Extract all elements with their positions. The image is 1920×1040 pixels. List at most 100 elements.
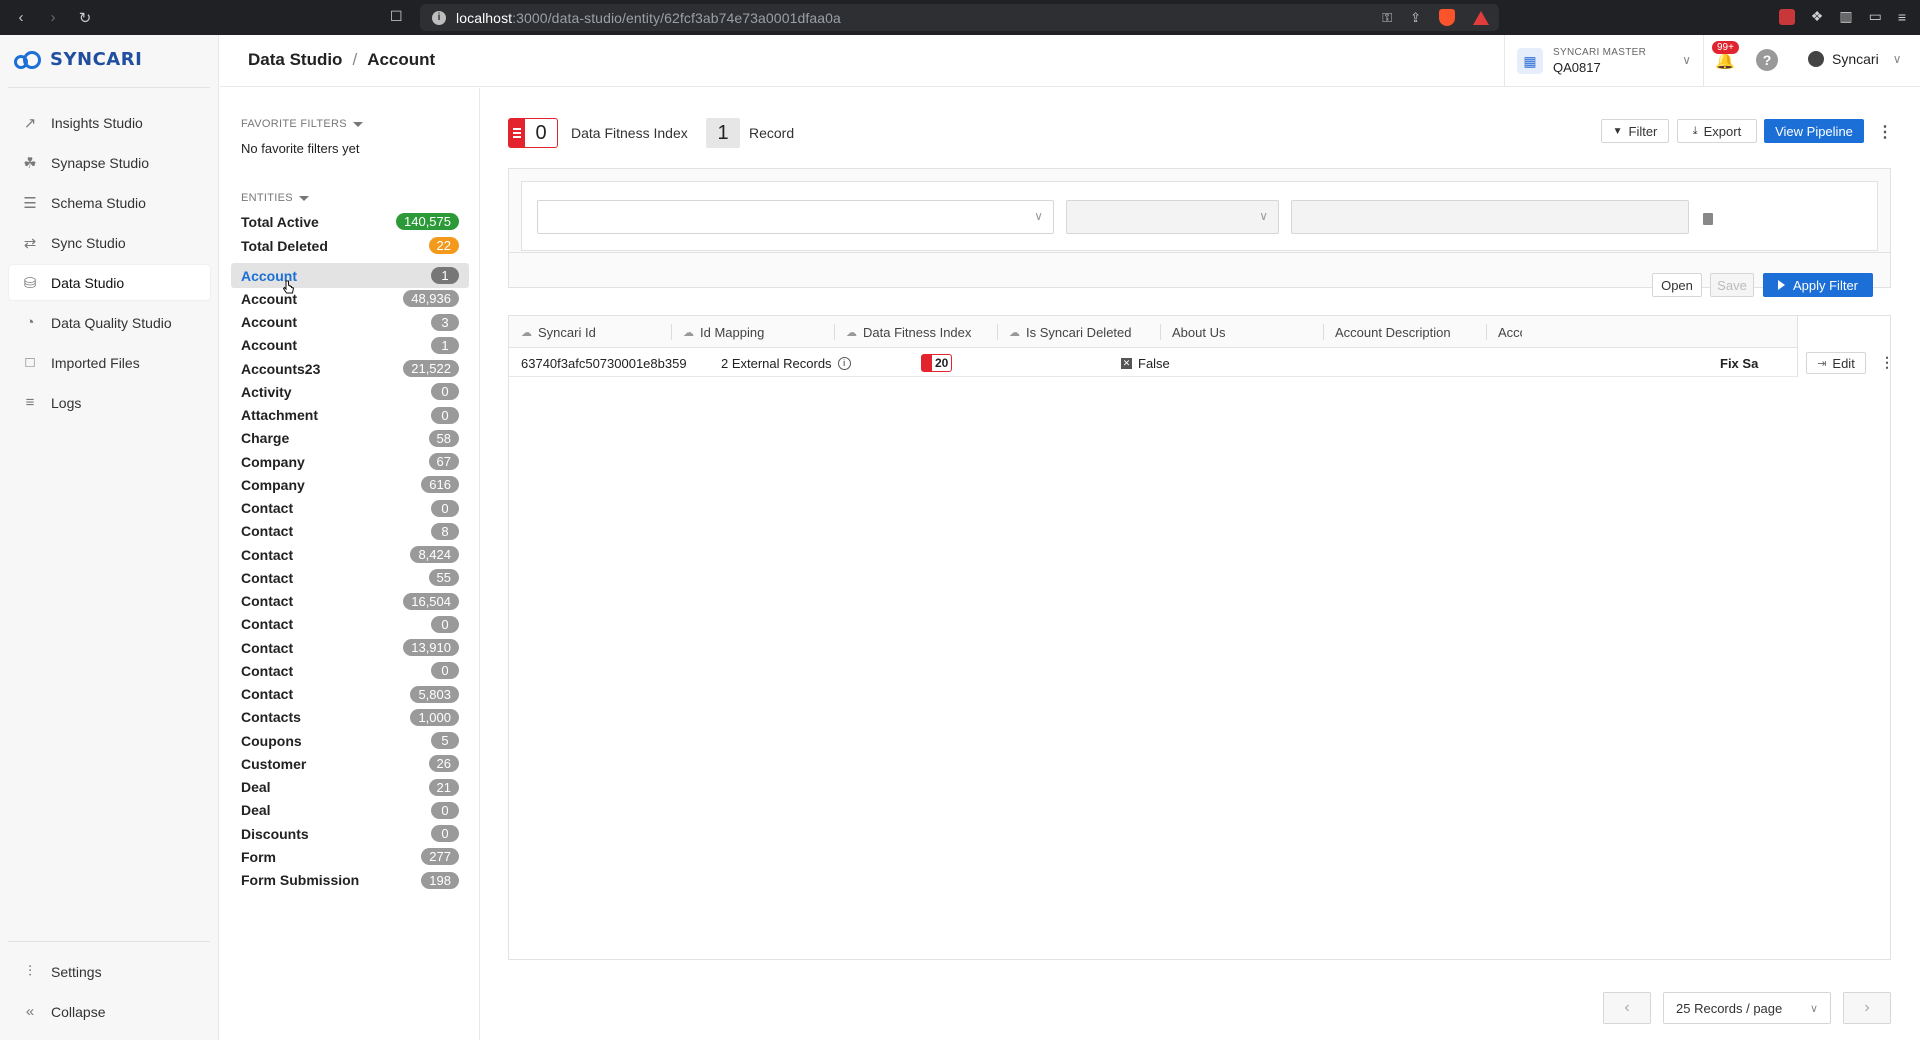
sidebar-item-logs[interactable]: ≡ Logs bbox=[9, 385, 210, 420]
entity-item[interactable]: Company 67 bbox=[231, 449, 469, 474]
sidebar-item-data-studio[interactable]: ⛁ Data Studio bbox=[9, 265, 210, 300]
entity-item[interactable]: Deal 21 bbox=[231, 775, 469, 800]
entity-item[interactable]: Contact 8 bbox=[231, 519, 469, 544]
entity-item[interactable]: Deal 0 bbox=[231, 798, 469, 823]
entity-item[interactable]: Customer 26 bbox=[231, 751, 469, 776]
mouse-cursor-icon bbox=[283, 280, 295, 294]
sidebar-item-data-quality-studio[interactable]: ◔ Data Quality Studio bbox=[9, 305, 210, 340]
entity-item[interactable]: Contact 0 bbox=[231, 658, 469, 683]
entity-item[interactable]: Company 616 bbox=[231, 472, 469, 497]
entity-item[interactable]: Charge 58 bbox=[231, 426, 469, 451]
forward-icon[interactable]: › bbox=[42, 7, 64, 29]
column-header[interactable]: About Us bbox=[1160, 316, 1225, 348]
sidebar-item-label: Sync Studio bbox=[51, 234, 126, 251]
more-options-icon[interactable]: ⋮ bbox=[1877, 122, 1893, 142]
sidebar-toggle-icon[interactable]: ▥ bbox=[1839, 8, 1852, 25]
page-size-select[interactable]: 25 Records / page ∨ bbox=[1663, 992, 1831, 1024]
entity-item[interactable]: Account 48,936 bbox=[231, 286, 469, 311]
column-header[interactable]: ☁ Is Syncari Deleted bbox=[997, 316, 1132, 348]
cell-syncari-id[interactable]: 63740f3afc50730001e8b359 bbox=[521, 349, 687, 377]
entity-count-badge: 1 bbox=[431, 336, 459, 354]
filter-button[interactable]: ▼ Filter bbox=[1601, 119, 1669, 143]
entity-item[interactable]: Form Submission 198 bbox=[231, 868, 469, 893]
entity-item[interactable]: Total Active 140,575 bbox=[231, 209, 469, 234]
field-select[interactable]: ∨ bbox=[537, 200, 1054, 234]
entity-item[interactable]: Contact 13,910 bbox=[231, 635, 469, 660]
column-header[interactable]: ☁ Syncari Id bbox=[509, 316, 596, 348]
entity-count-badge: 48,936 bbox=[403, 290, 459, 308]
prev-page-button[interactable]: ‹ bbox=[1603, 992, 1651, 1024]
entity-item[interactable]: Contact 0 bbox=[231, 496, 469, 521]
entity-item[interactable]: Account 3 bbox=[231, 310, 469, 335]
sidebar-item-schema-studio[interactable]: ☰ Schema Studio bbox=[9, 185, 210, 220]
operator-select[interactable]: ∨ bbox=[1066, 200, 1279, 234]
tenant-selector[interactable]: ▦ SYNCARI MASTER QA0817 ∨ bbox=[1504, 35, 1704, 87]
trash-icon[interactable] bbox=[1703, 213, 1713, 225]
brave-shield-icon[interactable] bbox=[1439, 9, 1455, 26]
entity-item[interactable]: Contacts 1,000 bbox=[231, 705, 469, 730]
entity-item[interactable]: Contact 55 bbox=[231, 565, 469, 590]
entity-item[interactable]: Contact 5,803 bbox=[231, 682, 469, 707]
syncari-logo[interactable]: SYNCARI bbox=[14, 49, 142, 70]
entity-item[interactable]: Attachment 0 bbox=[231, 403, 469, 428]
apply-filter-button[interactable]: Apply Filter bbox=[1763, 273, 1873, 297]
sidebar-item-label: Imported Files bbox=[51, 354, 140, 371]
cloud-icon: ☁ bbox=[683, 326, 694, 339]
bell-icon[interactable]: 🔔 bbox=[1715, 51, 1735, 71]
entity-item[interactable]: Form 277 bbox=[231, 844, 469, 869]
user-menu[interactable]: Syncari ∨ bbox=[1808, 51, 1901, 67]
key-icon[interactable]: ⚿ bbox=[1382, 10, 1392, 26]
column-header[interactable]: Account Description bbox=[1323, 316, 1451, 348]
entity-item[interactable]: Account 1 bbox=[231, 263, 469, 288]
save-filter-button[interactable]: Save bbox=[1710, 273, 1754, 297]
synapse-icon: ☘ bbox=[23, 154, 37, 172]
cell-id-mapping[interactable]: 2 External Records i bbox=[721, 349, 851, 377]
entity-item[interactable]: Activity 0 bbox=[231, 379, 469, 404]
menu-icon[interactable]: ≡ bbox=[1898, 9, 1906, 25]
share-icon[interactable]: ⇪ bbox=[1410, 10, 1421, 26]
site-info-icon[interactable]: i bbox=[432, 10, 446, 25]
sidebar-item-insights-studio[interactable]: ↗ Insights Studio bbox=[9, 105, 210, 140]
column-header[interactable]: Acco bbox=[1486, 316, 1522, 348]
table-row[interactable]: 63740f3afc50730001e8b359 2 External Reco… bbox=[509, 349, 1890, 377]
breadcrumb-data-studio[interactable]: Data Studio bbox=[248, 50, 342, 70]
actions-column: ⇥ Edit ⋮ bbox=[1797, 316, 1894, 377]
entity-item[interactable]: Account 1 bbox=[231, 333, 469, 358]
entity-count-badge: 21,522 bbox=[403, 360, 459, 377]
address-bar[interactable]: i localhost:3000/data-studio/entity/62fc… bbox=[420, 4, 1499, 31]
edit-button[interactable]: ⇥ Edit bbox=[1806, 352, 1866, 374]
logo-mark-icon bbox=[14, 50, 44, 69]
export-button[interactable]: ⤓ Export bbox=[1677, 119, 1757, 143]
sidebar-item-imported-files[interactable]: □ Imported Files bbox=[9, 345, 210, 380]
row-more-icon[interactable]: ⋮ bbox=[1880, 354, 1894, 371]
entity-item[interactable]: Contact 8,424 bbox=[231, 542, 469, 567]
entity-item[interactable]: Contact 16,504 bbox=[231, 589, 469, 614]
extension-icon[interactable] bbox=[1778, 8, 1795, 25]
entity-panel: FAVORITE FILTERS No favorite filters yet… bbox=[220, 88, 480, 1040]
favorite-filters-header[interactable]: FAVORITE FILTERS bbox=[241, 118, 363, 130]
reload-icon[interactable]: ↻ bbox=[74, 7, 96, 29]
entity-item[interactable]: Discounts 0 bbox=[231, 821, 469, 846]
column-header[interactable]: ☁ Id Mapping bbox=[671, 316, 764, 348]
sidebar-item-collapse[interactable]: « Collapse bbox=[9, 994, 210, 1029]
sidebar-item-sync-studio[interactable]: ⇄ Sync Studio bbox=[9, 225, 210, 260]
open-filter-button[interactable]: Open bbox=[1652, 273, 1702, 297]
value-input[interactable] bbox=[1291, 200, 1689, 234]
entity-item[interactable]: Total Deleted 22 bbox=[231, 233, 469, 258]
help-icon[interactable]: ? bbox=[1756, 49, 1778, 71]
entities-header[interactable]: ENTITIES bbox=[241, 192, 309, 204]
column-header[interactable]: ☁ Data Fitness Index bbox=[834, 316, 971, 348]
entity-count-badge: 13,910 bbox=[403, 639, 459, 656]
next-page-button[interactable]: › bbox=[1843, 992, 1891, 1024]
entity-item[interactable]: Coupons 5 bbox=[231, 728, 469, 753]
wallet-icon[interactable]: ▭ bbox=[1869, 8, 1882, 25]
bookmark-icon[interactable]: ☐ bbox=[390, 8, 404, 26]
brave-rewards-icon[interactable] bbox=[1473, 10, 1489, 25]
view-pipeline-button[interactable]: View Pipeline bbox=[1764, 119, 1864, 143]
puzzle-icon[interactable]: ❖ bbox=[1811, 8, 1824, 25]
entity-item[interactable]: Contact 0 bbox=[231, 612, 469, 637]
entity-item[interactable]: Accounts23 21,522 bbox=[231, 356, 469, 381]
back-icon[interactable]: ‹ bbox=[10, 7, 32, 29]
sidebar-item-settings[interactable]: ⫶ Settings bbox=[9, 954, 210, 989]
sidebar-item-synapse-studio[interactable]: ☘ Synapse Studio bbox=[9, 145, 210, 180]
